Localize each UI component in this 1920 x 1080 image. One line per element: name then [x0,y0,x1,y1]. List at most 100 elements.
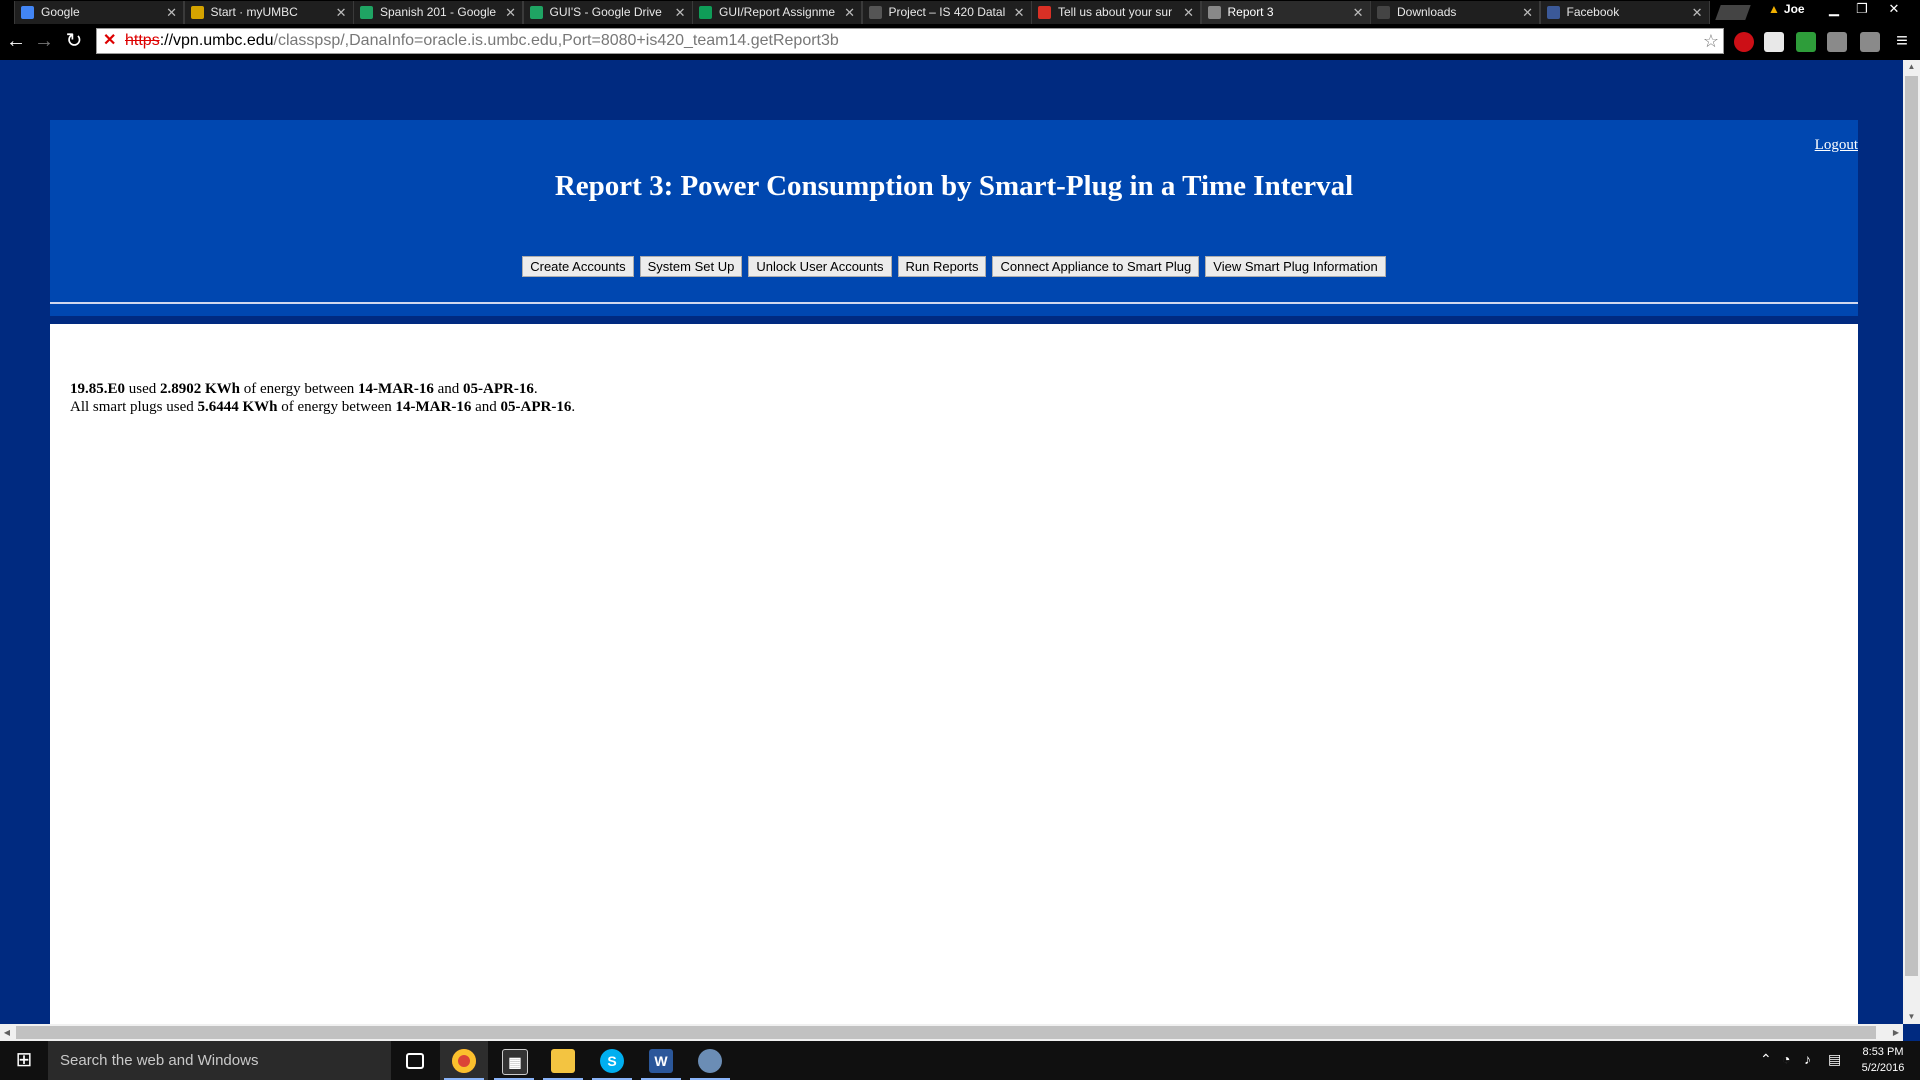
extension-icon-2[interactable] [1860,32,1880,52]
report-content: 19.85.E0 used 2.8902 KWh of energy betwe… [50,324,1858,1024]
tab-strip: Google ✕ Start · myUMBC ✕ Spanish 201 - Goog… [0,0,1920,24]
divider [50,302,1858,304]
tab-downloads[interactable]: Downloads ✕ [1370,1,1540,24]
tab-title: Tell us about your sur [1058,5,1173,19]
tab-title: GUI'S - Google Drive [549,5,662,19]
taskbar-search-box[interactable]: Search the web and Windows [48,1041,391,1080]
tab-close-icon[interactable]: ✕ [1353,1,1364,24]
vertical-scroll-thumb[interactable] [1905,76,1918,976]
tab-close-icon[interactable]: ✕ [1183,1,1194,24]
tab-close-icon[interactable]: ✕ [675,1,686,24]
tab-gmail[interactable]: Tell us about your sur ✕ [1031,1,1201,24]
scroll-down-icon[interactable]: ▼ [1903,1010,1920,1024]
new-tab-button[interactable] [1715,5,1751,20]
buffer-extension-icon[interactable] [1764,32,1784,52]
connect-appliance-button[interactable]: Connect Appliance to Smart Plug [992,256,1200,277]
insecure-x-icon: ✕ [103,32,117,49]
tab-title: Project – IS 420 Datal [888,5,1006,19]
tab-close-icon[interactable]: ✕ [1692,1,1703,24]
browser-toolbar: ← → ↻ ✕ https://vpn.umbc.edu/classpsp/,D… [0,24,1920,60]
vertical-scrollbar[interactable]: ▲ ▼ [1903,60,1920,1024]
tab-sheets[interactable]: GUI/Report Assignme ✕ [692,1,862,24]
wifi-icon[interactable]: ◔ [1782,1051,1790,1067]
total-energy: 5.6444 KWh [197,399,278,415]
tab-umbc[interactable]: Start · myUMBC ✕ [183,1,354,24]
tab-drive[interactable]: Spanish 201 - Google ✕ [353,1,523,24]
tab-page[interactable]: Report 3 ✕ [1200,1,1371,24]
word-taskbar-icon[interactable]: W [637,1041,685,1080]
page-icon [1207,6,1221,19]
drive-icon [360,6,373,19]
evernote-extension-icon[interactable] [1796,32,1816,52]
horizontal-scroll-thumb[interactable] [16,1026,1876,1039]
tab-google[interactable]: Google ✕ [14,1,184,24]
scroll-right-icon[interactable]: ▶ [1889,1024,1903,1041]
url-host: ://vpn.umbc.edu [159,32,274,49]
calculator-taskbar-icon[interactable]: ▦ [490,1041,538,1080]
tab-title: Downloads [1397,5,1457,19]
minimize-icon[interactable]: ▁ [1820,0,1848,20]
tab-close-icon[interactable]: ✕ [844,1,855,24]
run-reports-button[interactable]: Run Reports [897,256,987,277]
file-explorer-taskbar-icon[interactable] [539,1041,587,1080]
menu-icon[interactable]: ≡ [1890,30,1914,54]
scroll-left-icon[interactable]: ◀ [0,1024,14,1041]
scroll-up-icon[interactable]: ▲ [1903,60,1920,74]
opera-extension-icon[interactable] [1734,32,1754,52]
tab-close-icon[interactable]: ✕ [1014,1,1025,24]
google-icon [21,6,34,19]
facebook-icon [1546,6,1560,19]
tab-close-icon[interactable]: ✕ [1522,1,1533,24]
tab-title: Spanish 201 - Google [380,5,497,19]
notifications-icon[interactable]: ▤ [1828,1051,1841,1068]
logout-link[interactable]: Logout [1815,137,1858,154]
profile-button[interactable]: ▲ Joe [1768,0,1805,20]
umbc-icon [190,6,204,19]
forward-arrow-icon[interactable]: → [32,30,56,54]
drive-icon [529,6,543,19]
bookmark-star-icon[interactable]: ☆ [1703,29,1719,53]
tab-close-icon[interactable]: ✕ [505,1,516,24]
tab-title: Report 3 [1227,5,1274,19]
paint-taskbar-icon[interactable] [686,1041,734,1080]
windows-start-icon[interactable]: ⊞ [0,1041,48,1080]
tab-drive[interactable]: GUI'S - Google Drive ✕ [522,1,693,24]
warning-icon: ▲ [1768,2,1780,16]
report-results: 19.85.E0 used 2.8902 KWh of energy betwe… [70,380,575,416]
windows-taskbar: ⊞ Search the web and Windows ▦ S W ⌃ ◔ ♪… [0,1041,1920,1080]
system-set-up-button[interactable]: System Set Up [639,256,743,277]
restore-icon[interactable]: ❐ [1848,0,1876,20]
downloads-icon [1377,6,1390,19]
address-bar[interactable]: ✕ https://vpn.umbc.edu/classpsp/,DanaInf… [96,28,1724,54]
clock-time: 8:53 PM [1862,1046,1904,1058]
gmail-icon [1038,6,1051,19]
back-arrow-icon[interactable]: ← [4,30,28,54]
volume-icon[interactable]: ♪ [1804,1051,1811,1067]
tab-close-icon[interactable]: ✕ [336,1,347,24]
plug-id: 19.85.E0 [70,381,126,397]
url-scheme: https [125,32,160,49]
tab-blackboard[interactable]: Project – IS 420 Datal ✕ [861,1,1032,24]
extension-icon[interactable] [1827,32,1847,52]
tray-overflow-icon[interactable]: ⌃ [1760,1051,1772,1068]
create-accounts-button[interactable]: Create Accounts [522,256,634,277]
start-date: 14-MAR-16 [395,399,472,415]
start-date: 14-MAR-16 [358,381,434,397]
taskbar-clock[interactable]: 8:53 PM 5/2/2016 [1858,1044,1908,1076]
reload-icon[interactable]: ↻ [62,30,86,54]
skype-taskbar-icon[interactable]: S [588,1041,636,1080]
end-date: 05-APR-16 [500,399,572,415]
chrome-taskbar-icon[interactable] [440,1041,488,1080]
tab-title: GUI/Report Assignme [719,5,836,19]
tab-title: Google [41,5,80,19]
close-window-icon[interactable]: ✕ [1880,0,1908,20]
view-smart-plug-info-button[interactable]: View Smart Plug Information [1205,256,1386,277]
task-view-icon[interactable] [391,1041,439,1080]
tab-close-icon[interactable]: ✕ [166,1,177,24]
horizontal-scrollbar[interactable]: ◀ ▶ [0,1024,1903,1041]
tab-facebook[interactable]: Facebook ✕ [1539,1,1710,24]
tab-title: Facebook [1566,5,1620,19]
url-path: /classpsp/,DanaInfo=oracle.is.umbc.edu,P… [273,32,839,49]
clock-date: 5/2/2016 [1861,1062,1905,1074]
unlock-user-accounts-button[interactable]: Unlock User Accounts [748,256,892,277]
